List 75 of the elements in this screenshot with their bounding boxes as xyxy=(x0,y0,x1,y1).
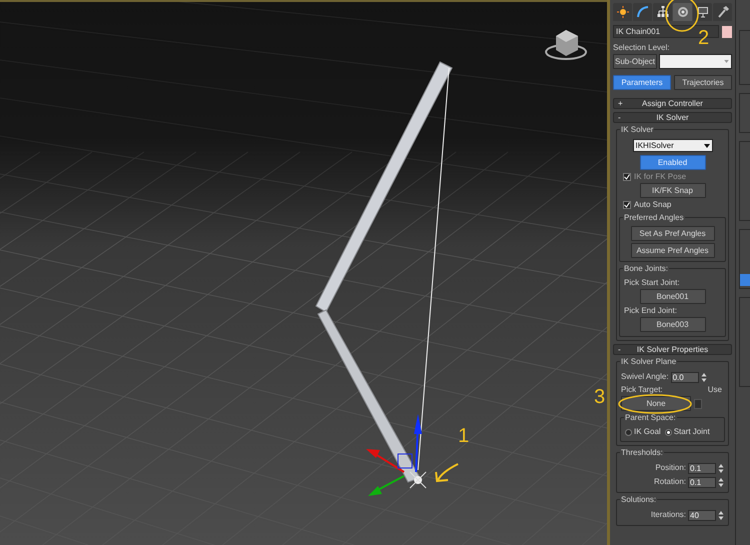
wheel-icon xyxy=(676,6,688,18)
sub-object-dropdown[interactable] xyxy=(659,54,732,69)
preferred-angles-button[interactable]: Set As Pref Angles xyxy=(630,226,714,241)
spinner-field[interactable]: 0.0 xyxy=(670,372,699,382)
spinner-arrows-icon[interactable] xyxy=(718,476,724,488)
field-label: Iterations: xyxy=(650,509,686,521)
end-joint-button[interactable]: Bone003 xyxy=(640,317,706,332)
rollout-title: Assign Controller xyxy=(641,100,704,108)
annotation-arrow-drawing xyxy=(435,463,459,482)
use-checkbox[interactable] xyxy=(694,398,702,408)
panel-tab[interactable] xyxy=(633,3,652,21)
radio-button[interactable] xyxy=(625,428,632,436)
arc-icon xyxy=(636,6,648,18)
dropdown-caret-icon xyxy=(704,144,710,148)
checkmark-icon xyxy=(624,174,630,180)
group-title: Thresholds: xyxy=(620,447,664,458)
checkbox[interactable] xyxy=(623,200,631,208)
checkmark-icon xyxy=(624,202,630,208)
mode-button[interactable]: Parameters xyxy=(613,75,671,90)
spinner-field[interactable]: 0.1 xyxy=(688,462,716,474)
object-color-swatch[interactable] xyxy=(722,26,732,38)
view-cube-drawing xyxy=(545,30,587,60)
rollout-toggle[interactable]: - xyxy=(618,346,626,354)
spinner-arrows-icon[interactable] xyxy=(718,510,724,520)
selection-level-label: Selection Level: xyxy=(613,43,670,53)
enabled-button[interactable]: Enabled xyxy=(640,155,706,170)
dropdown-caret-icon xyxy=(724,60,729,63)
group-title: Preferred Angles xyxy=(623,212,685,223)
checkbox-label: Auto Snap xyxy=(634,198,672,210)
panel-tab[interactable] xyxy=(713,3,732,21)
radio-button[interactable] xyxy=(664,428,672,436)
field-label: Pick Target: xyxy=(621,384,663,396)
spinner-arrows-icon[interactable] xyxy=(718,462,724,474)
monitor-icon xyxy=(696,6,708,18)
sun-icon xyxy=(616,6,628,18)
panel-tab[interactable] xyxy=(653,3,672,21)
spinner-field[interactable]: 0.1 xyxy=(688,476,716,488)
start-joint-button[interactable]: Bone001 xyxy=(640,289,706,304)
panel-tab[interactable] xyxy=(613,3,632,21)
field-label: Use xyxy=(708,384,723,396)
pick-target-button[interactable]: None xyxy=(621,396,691,411)
annotation-number: 1 xyxy=(458,426,470,446)
group-title: Solutions: xyxy=(620,494,658,505)
panel-tab[interactable] xyxy=(693,3,712,21)
annotation-number: 3 xyxy=(594,387,606,407)
field-label: Pick Start Joint: xyxy=(624,277,681,288)
preferred-angles-button[interactable]: Assume Pref Angles xyxy=(630,243,714,258)
ik-fk-snap-button[interactable]: IK/FK Snap xyxy=(640,183,706,198)
mode-button[interactable]: Trajectories xyxy=(674,75,732,90)
solver-dropdown[interactable]: IKHISolver xyxy=(632,139,712,152)
3d-viewport[interactable] xyxy=(0,0,607,545)
rollout-title: IK Solver xyxy=(655,114,690,122)
radio-label: IK Goal xyxy=(634,426,661,438)
rollout-header[interactable]: - IK Solver xyxy=(613,112,732,123)
spinner-field[interactable]: 40 xyxy=(688,510,716,520)
field-label: Position: xyxy=(655,462,686,474)
rollout-header[interactable]: - IK Solver Properties xyxy=(613,344,732,355)
group-title: IK Solver xyxy=(620,124,654,135)
hierarchy-icon xyxy=(656,6,668,18)
ring-outline xyxy=(665,0,699,32)
field-label: Rotation: xyxy=(654,476,686,488)
field-label: Pick End Joint: xyxy=(624,305,678,316)
panel-tab[interactable] xyxy=(673,3,692,21)
radio-label: Start Joint xyxy=(674,426,710,438)
checkbox-label: IK for FK Pose xyxy=(634,170,686,182)
rollout-title: IK Solver Properties xyxy=(636,346,710,354)
hammer-icon xyxy=(716,6,728,18)
field-label: Swivel Angle: xyxy=(621,371,669,383)
rollout-toggle[interactable]: - xyxy=(618,114,626,122)
sub-object-button[interactable]: Sub-Object xyxy=(613,54,657,69)
rollout-toggle[interactable]: + xyxy=(618,100,626,108)
spinner-arrows-icon[interactable] xyxy=(700,372,707,382)
group-title: Bone Joints: xyxy=(623,263,670,274)
group-title: IK Solver Plane xyxy=(620,356,678,367)
rollout-header[interactable]: + Assign Controller xyxy=(613,98,732,109)
